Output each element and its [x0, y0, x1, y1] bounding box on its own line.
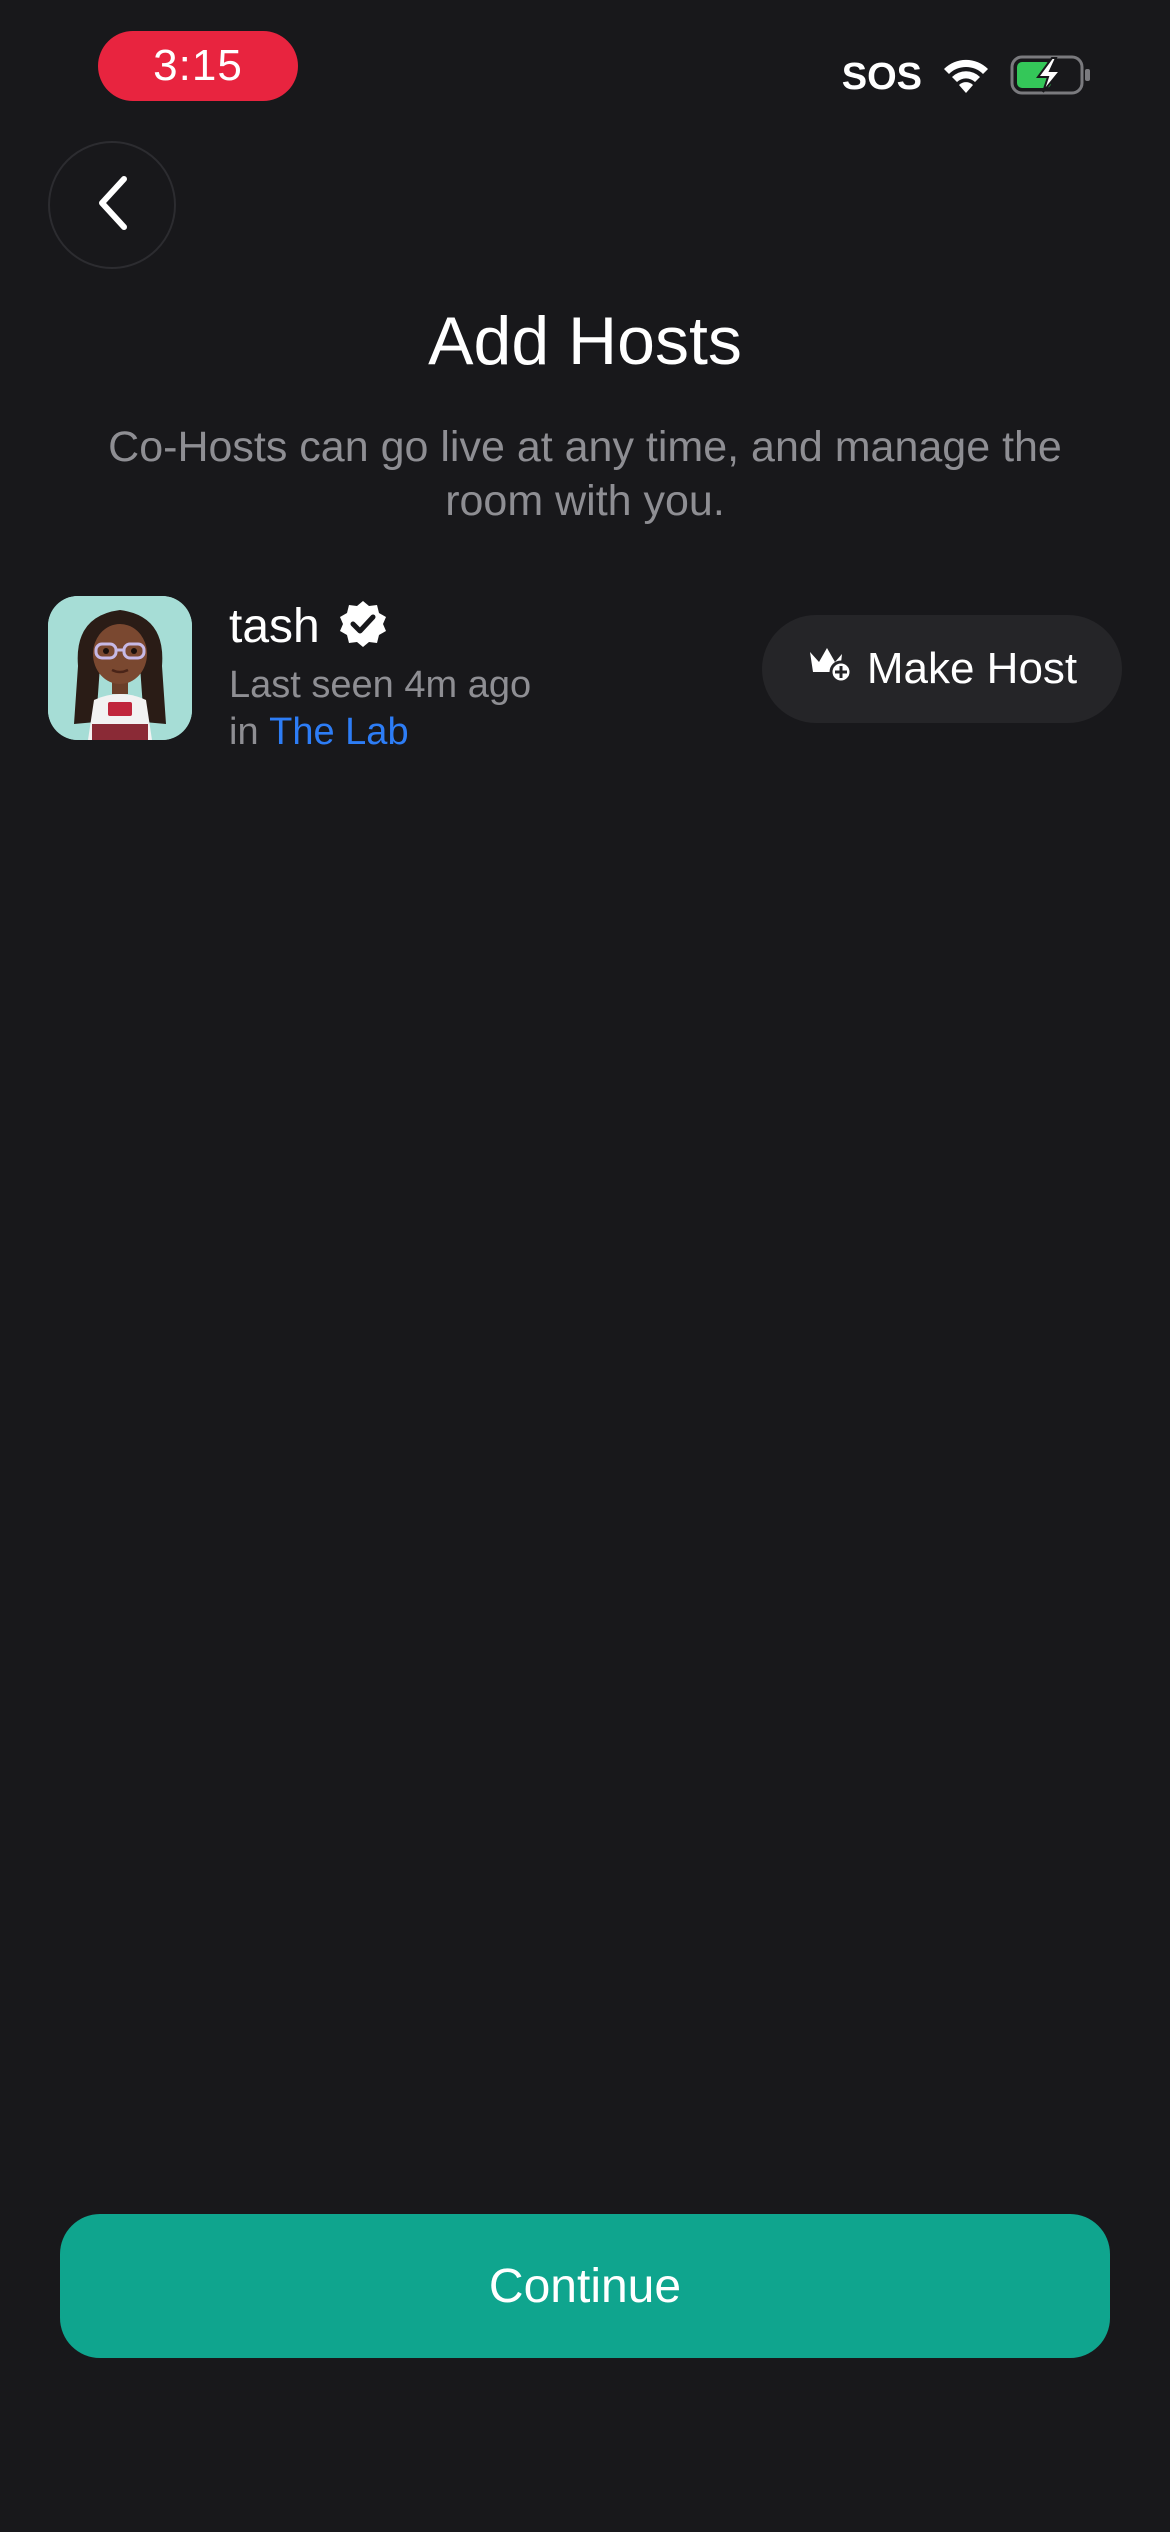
battery-charging-icon: [1010, 54, 1092, 101]
chevron-left-icon: [90, 173, 134, 238]
verified-badge-icon: [338, 599, 388, 654]
user-info: tash Last seen 4m ago in The Lab: [229, 596, 531, 754]
user-list-item: tash Last seen 4m ago in The Lab Make Ho…: [48, 596, 1122, 753]
room-prefix: in: [229, 711, 259, 753]
crown-add-icon: [807, 644, 853, 695]
carrier-label: SOS: [841, 55, 922, 98]
continue-button[interactable]: Continue: [60, 2214, 1110, 2358]
status-time-pill[interactable]: 3:15: [98, 31, 298, 101]
last-seen-text: Last seen 4m ago: [229, 664, 532, 706]
add-hosts-screen: 3:15 SOS Add Hosts Co-Hosts can go live …: [0, 0, 1170, 2532]
page-subtitle: Co-Hosts can go live at any time, and ma…: [108, 423, 1062, 525]
room-link[interactable]: The Lab: [269, 711, 408, 753]
back-button[interactable]: [48, 141, 176, 269]
wifi-icon: [940, 55, 992, 100]
current-room-line: in The Lab: [229, 711, 531, 754]
continue-label: Continue: [488, 2259, 682, 2313]
status-time: 3:15: [153, 41, 243, 90]
make-host-button[interactable]: Make Host: [762, 615, 1122, 723]
user-name[interactable]: tash: [229, 599, 320, 654]
user-name-line: tash: [229, 596, 531, 656]
page-title: Add Hosts: [428, 303, 742, 379]
avatar[interactable]: [48, 596, 192, 740]
status-indicators: SOS: [842, 50, 1092, 104]
make-host-label: Make Host: [866, 644, 1078, 693]
